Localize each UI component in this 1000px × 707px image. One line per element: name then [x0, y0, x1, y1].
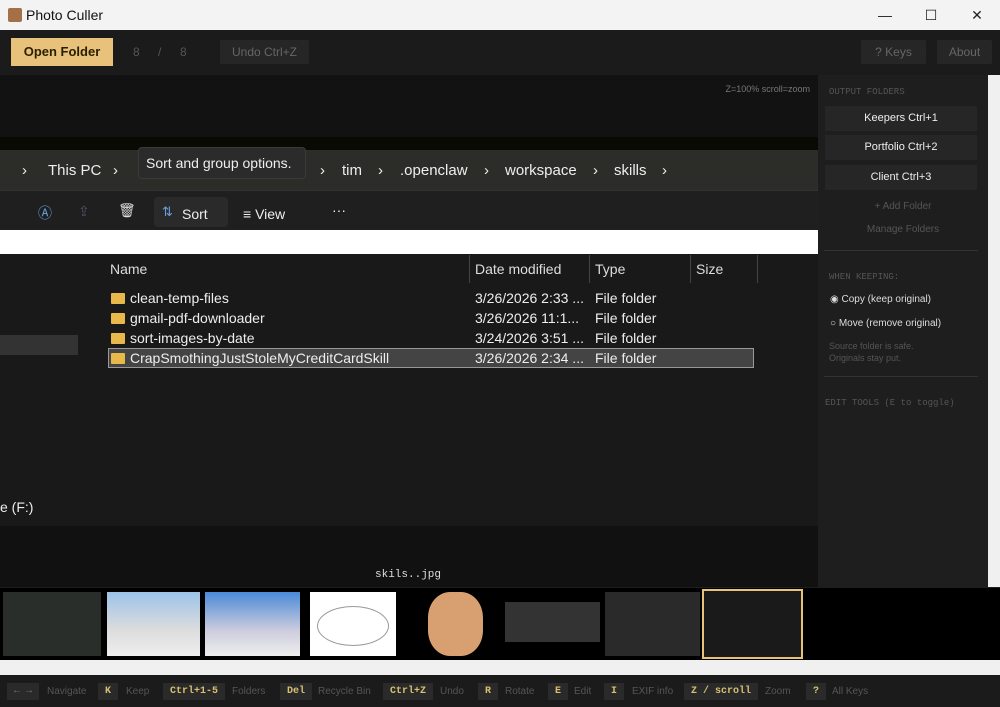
- maximize-button[interactable]: ☐: [908, 0, 954, 30]
- shortcut-label: Folders: [232, 686, 266, 697]
- portfolio-button[interactable]: Portfolio Ctrl+2: [825, 135, 977, 160]
- filename-caption: skils..jpg: [375, 569, 442, 581]
- crumb-openclaw[interactable]: .openclaw: [400, 162, 468, 179]
- thumbnail[interactable]: [428, 592, 483, 656]
- crumb-tim[interactable]: tim: [342, 162, 362, 179]
- shortcut-label: Edit: [574, 686, 592, 697]
- keys-button[interactable]: ? Keys: [861, 40, 926, 64]
- minimize-button[interactable]: —: [862, 0, 908, 30]
- shortcut-key: I: [604, 683, 625, 700]
- keepers-button[interactable]: Keepers Ctrl+1: [825, 106, 977, 131]
- delete-icon[interactable]: 🗑: [118, 202, 136, 219]
- about-button[interactable]: About: [937, 40, 992, 64]
- shortcut-label: Recycle Bin: [318, 686, 371, 697]
- shortcut-key: Z / scroll: [684, 683, 759, 700]
- horizontal-scrollbar[interactable]: [0, 660, 1000, 675]
- file-row[interactable]: sort-images-by-date 3/24/2026 3:51 ... Fil…: [108, 328, 754, 348]
- radio-unchecked-icon: ○: [830, 318, 839, 329]
- shortcut-key: ?: [806, 683, 827, 700]
- crumb-skills[interactable]: skills: [614, 162, 647, 179]
- nav-selected: [0, 335, 78, 355]
- crumb-workspace[interactable]: workspace: [505, 162, 577, 179]
- view-icon: ≡: [243, 206, 256, 222]
- copy-radio[interactable]: ◉ Copy (keep original): [830, 294, 931, 305]
- open-folder-button[interactable]: Open Folder: [11, 38, 113, 66]
- radio-checked-icon: ◉: [830, 294, 842, 305]
- view-button[interactable]: ≡ View: [243, 206, 285, 222]
- folder-icon: [111, 313, 125, 324]
- shortcut-key: K: [98, 683, 119, 700]
- shortcut-label: Rotate: [505, 686, 535, 697]
- sort-tooltip: Sort and group options.: [138, 147, 306, 179]
- thumbnail[interactable]: [310, 592, 396, 656]
- shortcut-key: Ctrl+1-5: [163, 683, 226, 700]
- folder-icon: [111, 333, 125, 344]
- app-toolbar: Open Folder 8 / 8 Undo Ctrl+Z ? Keys Abo…: [0, 30, 1000, 75]
- folder-icon: [111, 293, 125, 304]
- more-button[interactable]: ···: [332, 202, 346, 218]
- thumbnail[interactable]: [605, 592, 700, 656]
- keeping-heading: WHEN KEEPING:: [829, 272, 900, 282]
- thumbnail[interactable]: [505, 602, 600, 642]
- rename-icon[interactable]: Ⓐ: [38, 203, 52, 223]
- shortcut-label: Zoom: [765, 686, 791, 697]
- undo-button[interactable]: Undo Ctrl+Z: [220, 40, 309, 64]
- crumb-this-pc[interactable]: This PC: [48, 162, 101, 179]
- share-icon[interactable]: ⇪: [78, 203, 90, 220]
- col-size[interactable]: Size: [696, 261, 723, 277]
- file-row-selected[interactable]: CrapSmothingJustStoleMyCreditCardSkill 3/…: [108, 348, 754, 368]
- thumbnail[interactable]: [107, 592, 200, 656]
- shortcut-label: Navigate: [47, 686, 87, 697]
- shortcut-key: Del: [280, 683, 313, 700]
- note-line-1: Source folder is safe.: [829, 341, 914, 351]
- title-bar: Photo Culler — ☐ ✕: [0, 0, 1000, 30]
- folder-icon: [111, 353, 125, 364]
- sort-button[interactable]: ⇅ Sort: [154, 197, 228, 227]
- manage-folders-link[interactable]: Manage Folders: [818, 224, 988, 235]
- vertical-scrollbar[interactable]: [988, 75, 1000, 587]
- app-icon: [8, 8, 22, 22]
- thumbnail-selected[interactable]: [702, 589, 803, 659]
- sort-icon: ⇅: [162, 204, 173, 219]
- file-row[interactable]: gmail-pdf-downloader 3/26/2026 11:1... Fil…: [108, 308, 754, 328]
- note-line-2: Originals stay put.: [829, 353, 902, 363]
- window-title: Photo Culler: [26, 7, 104, 23]
- shortcut-label: Undo: [440, 686, 464, 697]
- close-button[interactable]: ✕: [954, 0, 1000, 30]
- shortcut-label: All Keys: [832, 686, 869, 697]
- edit-tools-heading[interactable]: EDIT TOOLS (E to toggle): [825, 398, 955, 408]
- thumbnail[interactable]: [205, 592, 300, 656]
- zoom-info: Z=100% scroll=zoom: [725, 84, 810, 94]
- nav-drive[interactable]: e (F:): [0, 499, 33, 515]
- right-panel: OUTPUT FOLDERS Keepers Ctrl+1 Portfolio …: [818, 75, 988, 587]
- shortcut-label: Keep: [126, 686, 150, 697]
- counter-total: 8: [180, 45, 187, 59]
- shortcut-key: R: [478, 683, 499, 700]
- col-date[interactable]: Date modified: [475, 261, 561, 277]
- file-row[interactable]: clean-temp-files 3/26/2026 2:33 ... File f…: [108, 288, 754, 308]
- shortcut-bar: ← → Navigate K Keep Ctrl+1-5 Folders Del Rec…: [0, 675, 1000, 707]
- counter-current: 8: [133, 45, 140, 59]
- thumbnail[interactable]: [3, 592, 101, 656]
- counter-separator: /: [158, 45, 162, 59]
- tab-strip: [0, 137, 818, 150]
- filmstrip: [0, 588, 1000, 660]
- move-radio[interactable]: ○ Move (remove original): [830, 318, 941, 329]
- add-folder-link[interactable]: + Add Folder: [818, 201, 988, 212]
- client-button[interactable]: Client Ctrl+3: [825, 165, 977, 190]
- output-heading: OUTPUT FOLDERS: [829, 87, 905, 97]
- shortcut-key: ← →: [7, 683, 40, 700]
- shortcut-label: EXIF info: [632, 686, 674, 697]
- col-type[interactable]: Type: [595, 261, 625, 277]
- shortcut-key: Ctrl+Z: [383, 683, 434, 700]
- explorer-white-strip: [0, 230, 818, 254]
- shortcut-key: E: [548, 683, 569, 700]
- col-name[interactable]: Name: [110, 261, 147, 277]
